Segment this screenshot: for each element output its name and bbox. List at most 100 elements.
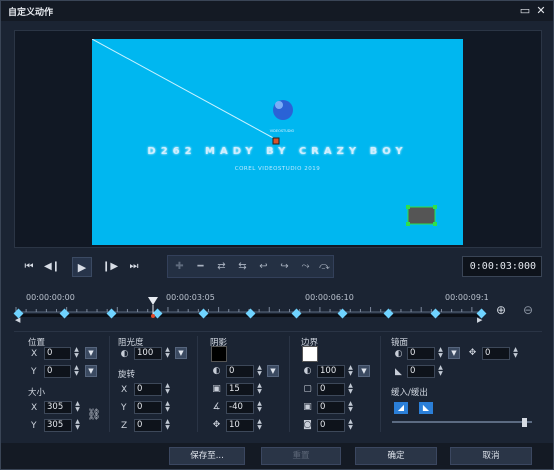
shadow-keyframe-icon[interactable]: ▼ <box>267 365 279 377</box>
size-y-input[interactable]: 305 <box>44 419 72 432</box>
next-frame-icon[interactable]: ❙▶ <box>100 257 120 277</box>
playhead[interactable] <box>147 297 159 319</box>
border-radius-input[interactable]: 0 <box>317 419 345 432</box>
link-icon[interactable]: ⛓ <box>87 409 101 420</box>
rotation-y-label: Y <box>121 403 127 413</box>
shadow-angle-spinner[interactable]: ▲ ▼ <box>255 401 264 414</box>
border-opacity-input[interactable]: 100 <box>317 365 345 378</box>
mirror-distance-icon: ◣ <box>395 367 402 377</box>
maximize-icon[interactable]: ▭ <box>518 4 532 18</box>
shadow-opacity-input[interactable]: 0 <box>226 365 254 378</box>
divider <box>109 336 110 432</box>
border-keyframe-icon[interactable]: ▼ <box>358 365 370 377</box>
shadow-angle-input[interactable]: -40 <box>226 401 254 414</box>
shadow-color-swatch[interactable] <box>211 346 227 362</box>
mirror-label: 镜面 <box>391 338 409 348</box>
border-width-input[interactable]: 0 <box>317 383 345 396</box>
size-y-spinner[interactable]: ▲ ▼ <box>73 419 82 432</box>
move-right-icon[interactable]: ↩ <box>254 257 273 276</box>
position-y-keyframe-icon[interactable]: ▼ <box>85 365 97 377</box>
zoom-in-icon[interactable]: ⊕ <box>496 303 506 317</box>
mirror-opacity-input[interactable]: 0 <box>407 347 435 360</box>
opacity-icon: ◐ <box>120 349 129 359</box>
play-icon[interactable]: ▶ <box>72 257 92 277</box>
timeline-start-arrow-icon[interactable]: ◀ <box>15 316 20 324</box>
shadow-opacity-icon: ◐ <box>212 366 221 376</box>
border-width-spinner[interactable]: ▲ ▼ <box>346 383 355 396</box>
position-x-spinner[interactable]: ▲ ▼ <box>72 347 81 360</box>
preview-graphics <box>92 39 437 226</box>
size-label: 大小 <box>28 388 46 398</box>
rotation-y-spinner[interactable]: ▲ ▼ <box>163 401 172 414</box>
remove-keyframe-icon[interactable]: ━ <box>191 257 210 276</box>
shadow-distance-spinner[interactable]: ▲ ▼ <box>255 419 264 432</box>
path-handle[interactable] <box>272 137 280 145</box>
position-x-input[interactable]: 0 <box>44 347 71 360</box>
opacity-keyframe-icon[interactable]: ▼ <box>175 347 187 359</box>
rotation-x-input[interactable]: 0 <box>134 383 162 396</box>
mirror-opacity-spinner[interactable]: ▲ ▼ <box>436 347 445 360</box>
ok-button[interactable]: 确定 <box>355 447 437 465</box>
divider <box>197 336 198 432</box>
fade-icon[interactable]: ⤼ <box>315 257 334 276</box>
move-left-icon[interactable]: ⇆ <box>233 257 252 276</box>
save-as-button[interactable]: 保存至... <box>169 447 245 465</box>
resize-handle[interactable] <box>433 205 437 209</box>
shadow-distance-icon: ✥ <box>212 420 221 430</box>
resize-handle[interactable] <box>406 205 410 209</box>
position-y-spinner[interactable]: ▲ ▼ <box>72 365 81 378</box>
logo-highlight <box>275 101 283 109</box>
end-icon[interactable]: ⏭ <box>124 257 144 277</box>
timeline[interactable]: 00:00:00:00 00:00:03:05 00:00:06:10 00:0… <box>13 286 542 331</box>
shadow-opacity-spinner[interactable]: ▲ ▼ <box>255 365 264 378</box>
prev-frame-icon[interactable]: ◀❙ <box>42 257 62 277</box>
rotation-x-spinner[interactable]: ▲ ▼ <box>163 383 172 396</box>
ease-slider-thumb[interactable] <box>522 418 527 427</box>
border-blur-spinner[interactable]: ▲ ▼ <box>346 401 355 414</box>
close-icon[interactable]: ✕ <box>534 4 548 18</box>
border-blur-input[interactable]: 0 <box>317 401 345 414</box>
prev-keyframe-icon[interactable]: ↪ <box>275 257 294 276</box>
resize-handle[interactable] <box>433 222 437 226</box>
cancel-button[interactable]: 取消 <box>450 447 532 465</box>
reverse-icon[interactable]: ⇄ <box>212 257 231 276</box>
timeline-end-arrow-icon[interactable]: ▶ <box>477 316 482 324</box>
rotation-y-input[interactable]: 0 <box>134 401 162 414</box>
zoom-out-icon[interactable]: ⊖ <box>523 303 533 317</box>
add-keyframe-icon[interactable]: ✚ <box>170 257 189 276</box>
position-x-keyframe-icon[interactable]: ▼ <box>85 347 97 359</box>
border-opacity-spinner[interactable]: ▲ ▼ <box>346 365 355 378</box>
timecode-display[interactable]: 0:00:03:000 <box>462 256 542 277</box>
ease-out-icon[interactable]: ◣ <box>419 402 433 414</box>
mirror-keyframe-icon[interactable]: ▼ <box>448 347 460 359</box>
mirror-distance-spinner[interactable]: ▲ ▼ <box>436 365 445 378</box>
mirror-offset-input[interactable]: 0 <box>482 347 510 360</box>
position-y-input[interactable]: 0 <box>44 365 71 378</box>
size-x-spinner[interactable]: ▲ ▼ <box>73 401 82 414</box>
object-bounding-box[interactable] <box>407 206 436 225</box>
shadow-blur-input[interactable]: 15 <box>226 383 254 396</box>
shadow-blur-spinner[interactable]: ▲ ▼ <box>255 383 264 396</box>
resize-handle[interactable] <box>406 222 410 226</box>
size-x-input[interactable]: 305 <box>44 401 72 414</box>
opacity-spinner[interactable]: ▲ ▼ <box>163 347 172 360</box>
rotation-z-spinner[interactable]: ▲ ▼ <box>163 419 172 432</box>
mirror-distance-input[interactable]: 0 <box>407 365 435 378</box>
border-color-swatch[interactable] <box>302 346 318 362</box>
video-preview[interactable]: VIDEOSTUDIO D262 MADY BY CRAZY BOY COREL… <box>92 39 463 245</box>
mirror-offset-spinner[interactable]: ▲ ▼ <box>511 347 520 360</box>
rotation-z-input[interactable]: 0 <box>134 419 162 432</box>
border-radius-spinner[interactable]: ▲ ▼ <box>346 419 355 432</box>
shadow-distance-input[interactable]: 10 <box>226 419 254 432</box>
ease-slider-track[interactable] <box>392 421 532 423</box>
opacity-input[interactable]: 100 <box>134 347 162 360</box>
next-keyframe-icon[interactable]: ⤳ <box>296 257 315 276</box>
custom-motion-dialog: 自定义动作 ▭ ✕ VIDEOSTUDIO D262 MADY BY CRAZY… <box>0 0 554 470</box>
reset-button[interactable]: 重置 <box>261 447 341 465</box>
transport-bar: ⏮ ◀❙ ▶ ❙▶ ⏭ ✚ ━ ⇄ ⇆ ↩ ↪ ⤳ ⤼ 0:00:03:000 <box>14 253 542 280</box>
shadow-blur-icon: ▣ <box>212 384 221 394</box>
home-icon[interactable]: ⏮ <box>19 257 39 277</box>
attributes-panel: 位置 X 0 ▲ ▼ ▼ Y 0 ▲ ▼ ▼ 大小 X 305 ▲ ▼ Y 305 ▲… <box>14 331 542 441</box>
ease-in-icon[interactable]: ◢ <box>394 402 408 414</box>
border-blur-icon: ▣ <box>303 402 312 412</box>
